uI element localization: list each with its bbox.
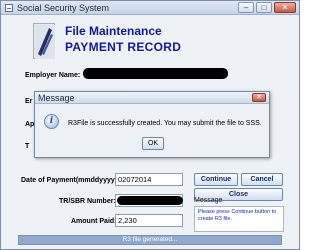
ok-button[interactable]: OK	[142, 137, 164, 150]
amount-paid-input[interactable]: 2,230	[115, 214, 183, 227]
app-window: Social Security System – □ ✕ File Mainte…	[0, 0, 300, 250]
page-subtitle: PAYMENT RECORD	[65, 40, 182, 54]
window-title: Social Security System	[17, 3, 110, 13]
message-dialog: Message ✕ i R3File is successfully creat…	[34, 91, 270, 158]
dialog-close-button[interactable]: ✕	[252, 93, 266, 102]
title-bar: Social Security System – □ ✕	[1, 1, 299, 15]
continue-button[interactable]: Continue	[194, 173, 238, 186]
app-icon	[5, 4, 13, 12]
employer-name-label: Employer Name:	[25, 72, 81, 79]
message-panel-text: Please press Continue button to create R…	[198, 209, 277, 222]
dialog-title-bar[interactable]: Message ✕	[35, 92, 269, 104]
dialog-message: R3File is successfully created. You may …	[68, 120, 262, 127]
row3-label: Ap	[25, 121, 35, 128]
tr-sbr-label: TR/SBR Number:	[59, 198, 116, 205]
redacted-employer-name	[83, 68, 228, 79]
maximize-button[interactable]: □	[256, 2, 272, 13]
status-bar: R3 file generated...	[18, 235, 282, 245]
page-title: File Maintenance	[65, 24, 162, 38]
date-of-payment-label: Date of Payment(mmddyyyy):	[21, 177, 120, 184]
row4-label: T	[25, 143, 30, 150]
dialog-title: Message	[38, 93, 75, 103]
message-panel-title: Message	[194, 197, 223, 204]
redacted-tr-sbr-number	[117, 196, 183, 205]
sss-logo	[33, 23, 55, 59]
cancel-button[interactable]: Cancel	[241, 173, 283, 186]
amount-paid-label: Amount Paid:	[71, 218, 117, 225]
close-window-button[interactable]: ✕	[274, 2, 296, 13]
date-of-payment-input[interactable]: 02072014	[115, 173, 183, 186]
minimize-button[interactable]: –	[238, 2, 254, 13]
row2-label: Er	[25, 98, 33, 105]
info-icon: i	[44, 114, 59, 129]
message-panel: Please press Continue button to create R…	[194, 206, 284, 232]
